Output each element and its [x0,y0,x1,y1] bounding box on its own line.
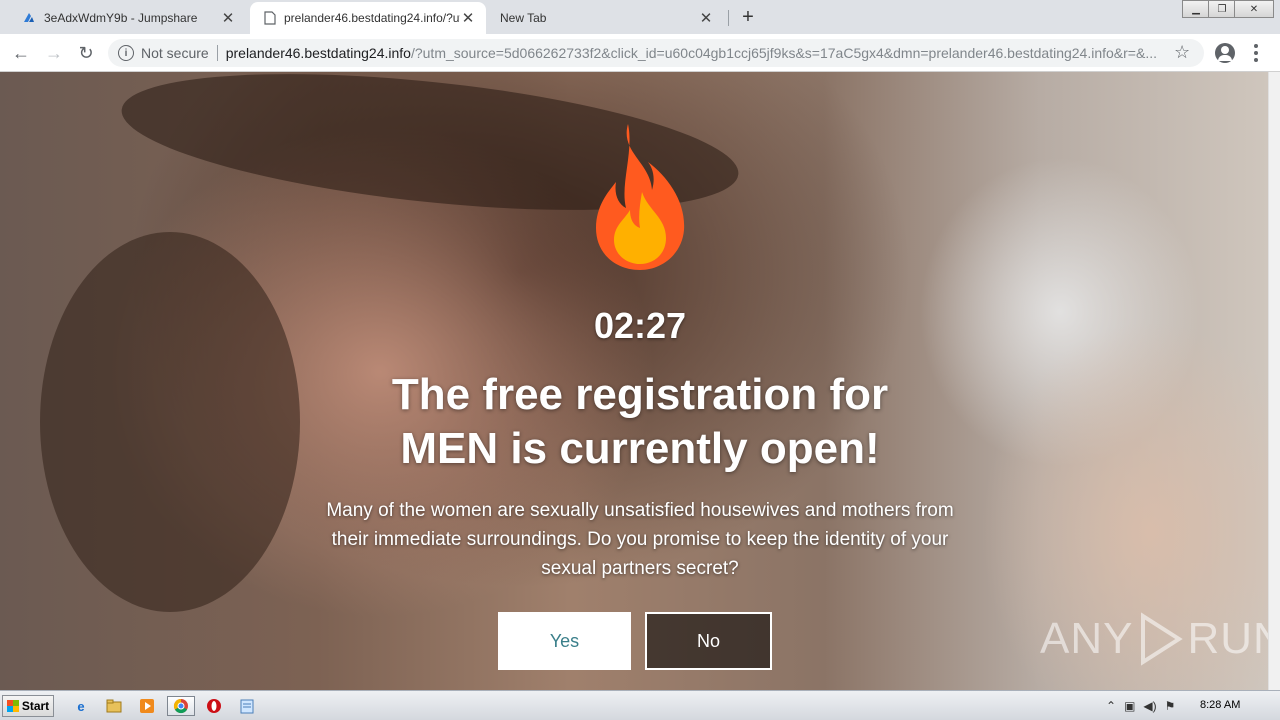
page-icon [264,11,276,25]
volume-icon[interactable]: ◀) [1143,699,1156,713]
account-icon[interactable] [1215,43,1235,63]
tab-strip: 3eAdxWdmY9b - Jumpshare ✕ prelander46.be… [0,0,1280,34]
system-tray: ⌃ ▣ ◀) ⚑ [1106,696,1183,716]
url-text[interactable]: prelander46.bestdating24.info/?utm_sourc… [226,45,1204,61]
start-label: Start [21,699,50,713]
watermark-right: RUN [1187,614,1268,663]
restore-button[interactable]: ❐ [1208,0,1236,18]
tab-divider [728,10,729,26]
countdown-timer: 02:27 [593,305,687,346]
tab-jumpshare[interactable]: 3eAdxWdmY9b - Jumpshare ✕ [8,2,246,34]
omnibox-divider [216,45,218,61]
network-icon[interactable]: ▣ [1124,699,1135,713]
jumpshare-icon [22,11,36,25]
tab-title: New Tab [500,11,547,25]
tab-title: 3eAdxWdmY9b - Jumpshare [44,11,198,25]
chrome-icon[interactable] [167,696,195,716]
media-player-icon[interactable] [136,696,158,716]
tab-prelander[interactable]: prelander46.bestdating24.info/?utm ✕ [250,2,486,34]
description: Many of the women are sexually unsatisfi… [326,500,954,579]
ie-icon[interactable]: e [70,696,92,716]
back-button[interactable]: ← [9,41,33,65]
menu-icon[interactable] [1253,42,1259,64]
minimize-button[interactable]: ▁ [1182,0,1210,18]
watermark-left: ANY [1040,614,1134,663]
page-viewport: 02:27 The free registration for MEN is c… [0,72,1268,690]
start-button[interactable]: Start [2,695,54,717]
url-path: /?utm_source=5d066262733f2&click_id=u60c… [410,45,1157,61]
tab-title: prelander46.bestdating24.info/?utm [284,11,460,25]
notepad-icon[interactable] [236,696,258,716]
reload-button[interactable]: ↻ [74,41,98,65]
explorer-icon[interactable] [103,696,125,716]
bookmark-star-icon[interactable]: ☆ [1174,42,1190,63]
clock[interactable]: 8:28 AM [1200,699,1240,711]
security-label: Not secure [141,45,209,61]
taskbar: Start e ⌃ ▣ ◀) ⚑ 8:28 AM [0,690,1280,720]
url-host: prelander46.bestdating24.info [225,45,411,61]
window-close-button[interactable]: ✕ [1234,0,1274,18]
play-icon [1141,612,1184,666]
anyrun-watermark: ANY RUN [1040,612,1268,666]
forward-button[interactable]: → [42,41,66,65]
tab-new-tab[interactable]: New Tab ✕ [486,2,724,34]
browser-toolbar: ← → ↻ i Not secure prelander46.bestdatin… [0,34,1280,72]
no-button[interactable]: No [645,612,772,670]
flag-icon[interactable]: ⚑ [1165,699,1176,713]
info-icon[interactable]: i [118,45,134,61]
vertical-scrollbar[interactable] [1268,72,1280,690]
flame-icon [596,124,685,270]
address-bar[interactable]: i Not secure prelander46.bestdating24.in… [108,39,1204,67]
close-icon[interactable]: ✕ [220,10,236,27]
yes-button[interactable]: Yes [498,612,631,670]
windows-logo-icon [6,700,19,712]
close-icon[interactable]: ✕ [460,10,476,27]
close-icon[interactable]: ✕ [698,10,714,27]
tray-expand-icon[interactable]: ⌃ [1106,699,1116,713]
opera-icon[interactable] [203,696,225,716]
new-tab-button[interactable]: + [737,6,759,28]
prelander-content: 02:27 The free registration for MEN is c… [0,72,1268,690]
headline: The free registration for MEN is current… [391,370,889,473]
